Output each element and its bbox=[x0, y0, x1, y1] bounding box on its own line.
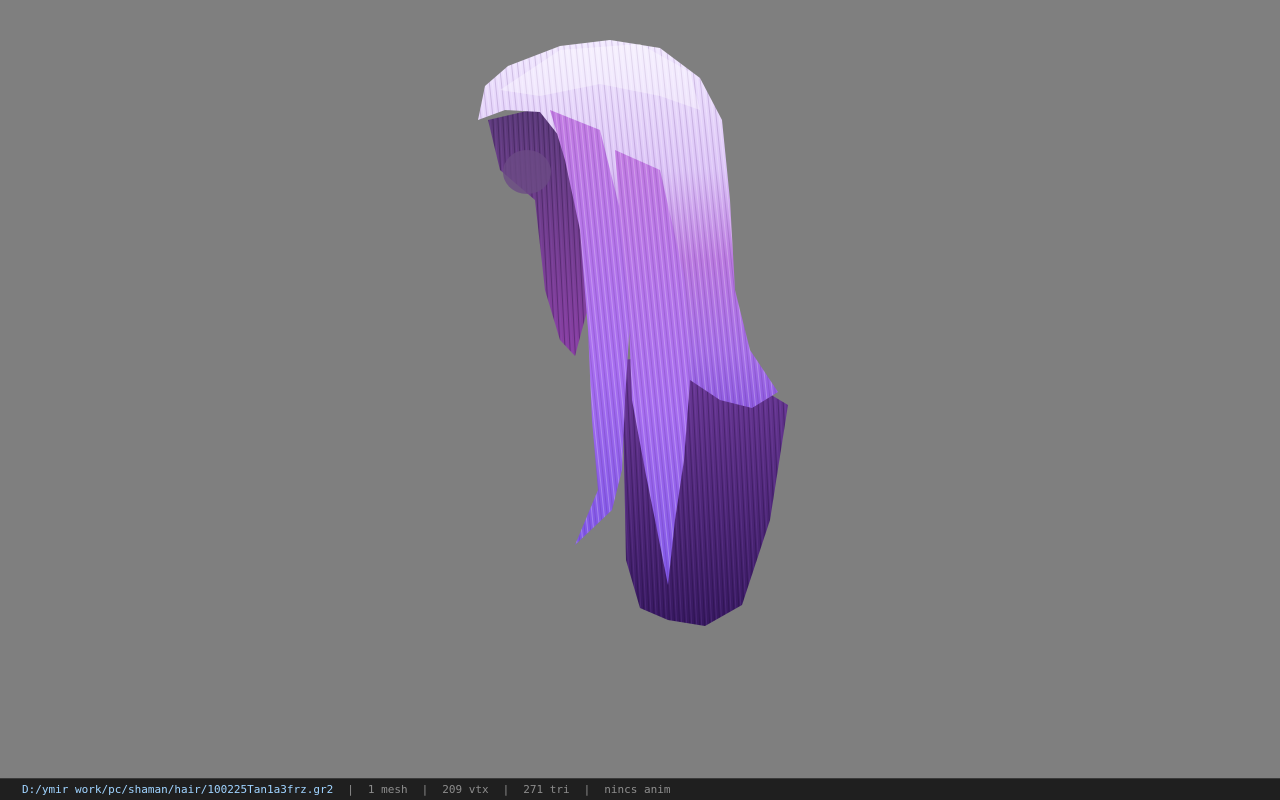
file-path: D:/ymir work/pc/shaman/hair/100225Tan1a3… bbox=[22, 783, 334, 796]
separator: | bbox=[347, 783, 354, 796]
separator: | bbox=[502, 783, 510, 796]
status-bar: D:/ymir work/pc/shaman/hair/100225Tan1a3… bbox=[0, 778, 1280, 800]
3d-viewport[interactable] bbox=[0, 0, 1280, 778]
mesh-count: 1 mesh bbox=[367, 783, 408, 796]
separator: | bbox=[583, 783, 591, 796]
triangle-count: 271 tri bbox=[523, 783, 570, 796]
hair-model bbox=[478, 40, 788, 626]
animation-info: nincs anim bbox=[604, 783, 671, 796]
vertex-count: 209 vtx bbox=[442, 783, 489, 796]
separator: | bbox=[421, 783, 429, 796]
